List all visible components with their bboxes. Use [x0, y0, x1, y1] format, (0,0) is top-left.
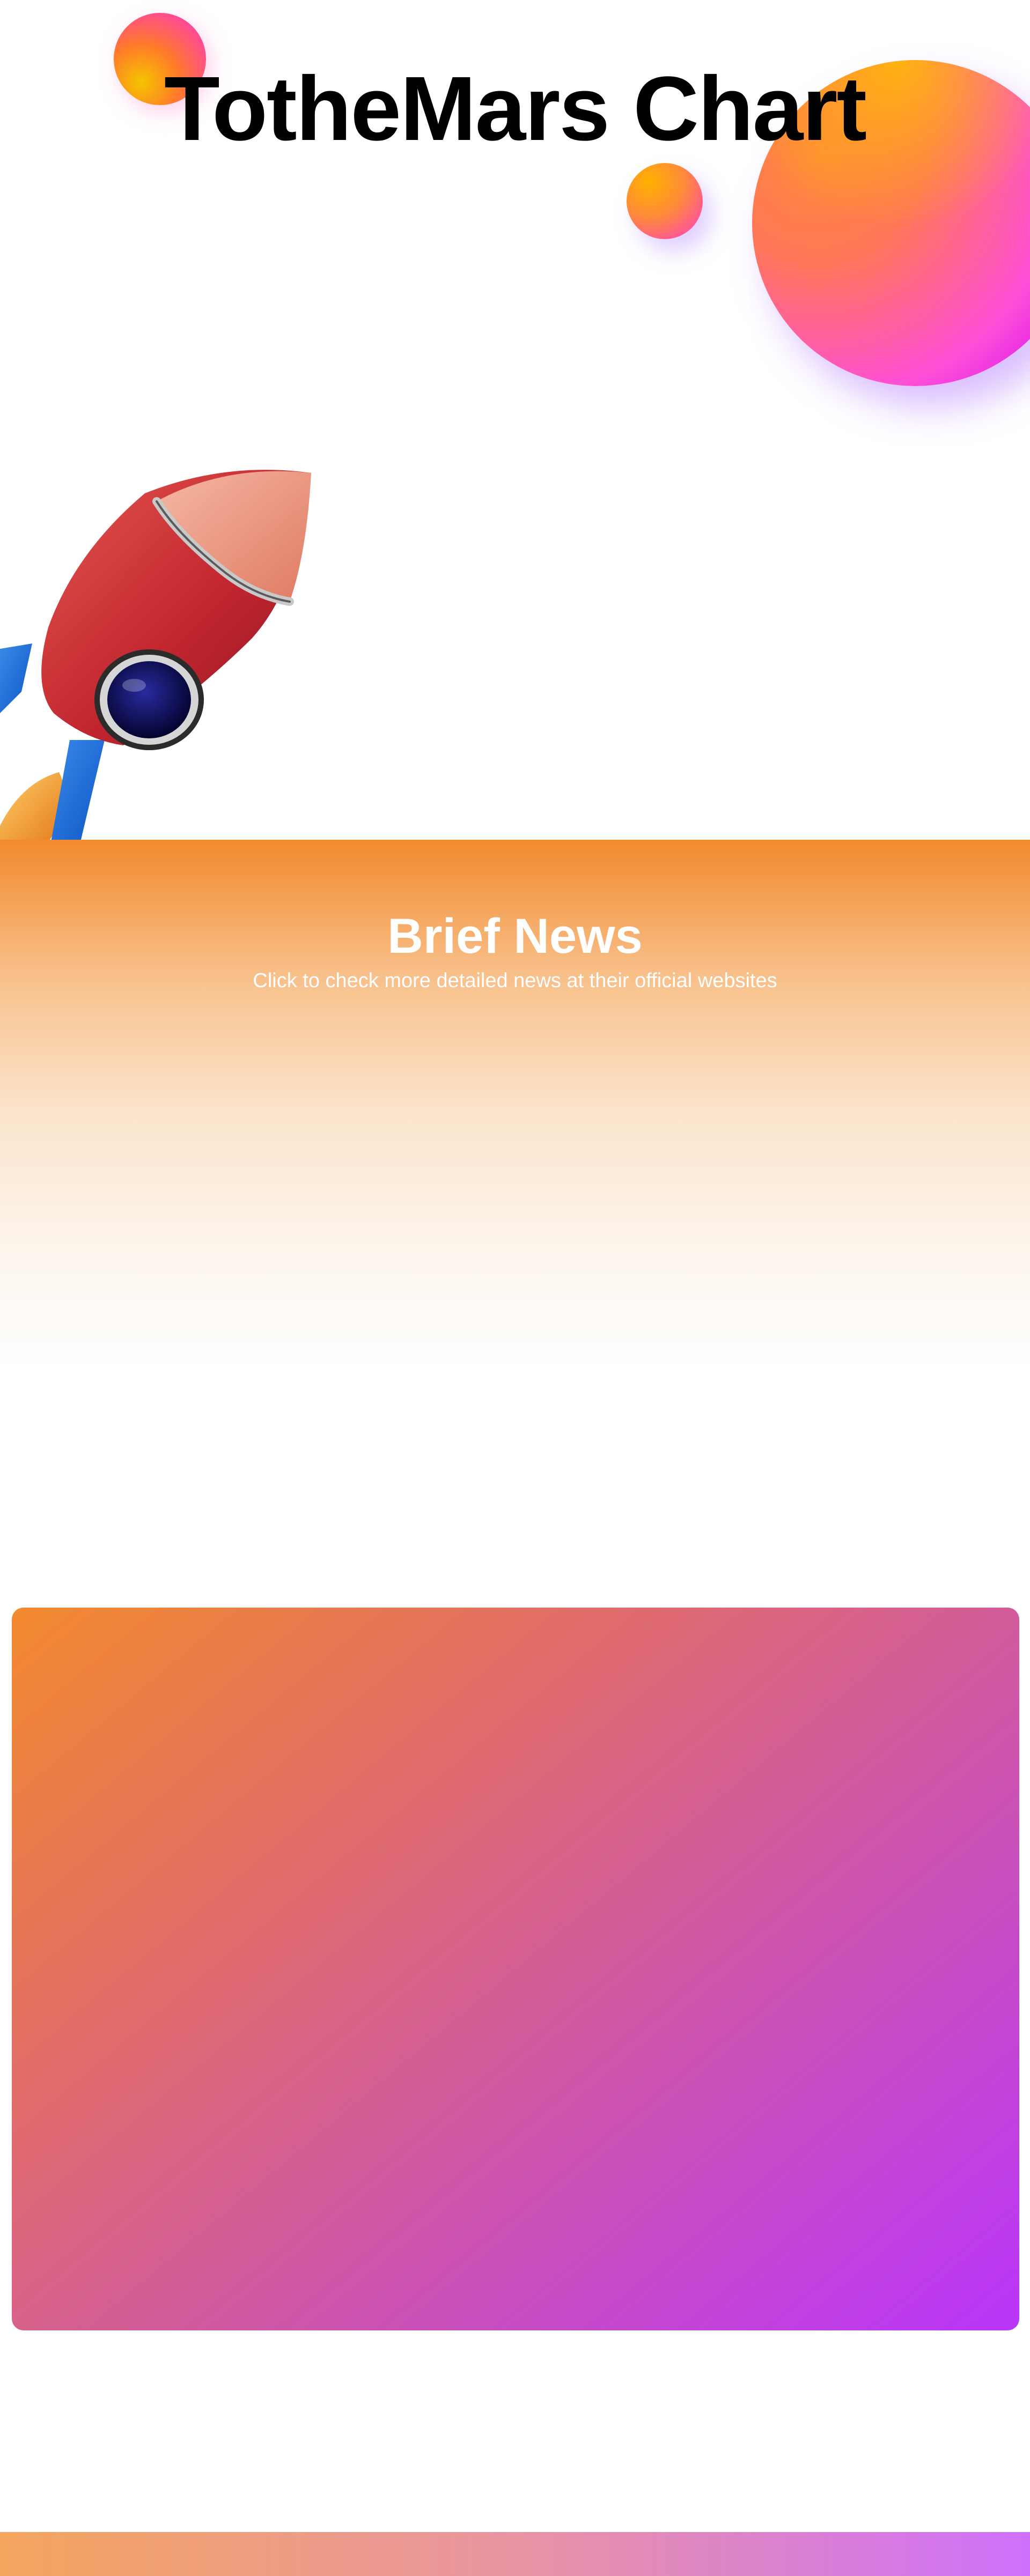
rocket-icon [0, 470, 311, 840]
news-subtitle[interactable]: Click to check more detailed news at the… [0, 968, 1030, 993]
news-card[interactable] [12, 1608, 1019, 2330]
footer-gradient-bar [0, 2532, 1030, 2576]
page-title: TotheMars Chart [164, 58, 867, 160]
small-gradient-orb-center [627, 163, 703, 239]
news-title: Brief News [387, 909, 643, 964]
brief-news-section: Brief News Click to check more detailed … [0, 840, 1030, 1521]
hero-section: TotheMars Chart [0, 0, 1030, 840]
